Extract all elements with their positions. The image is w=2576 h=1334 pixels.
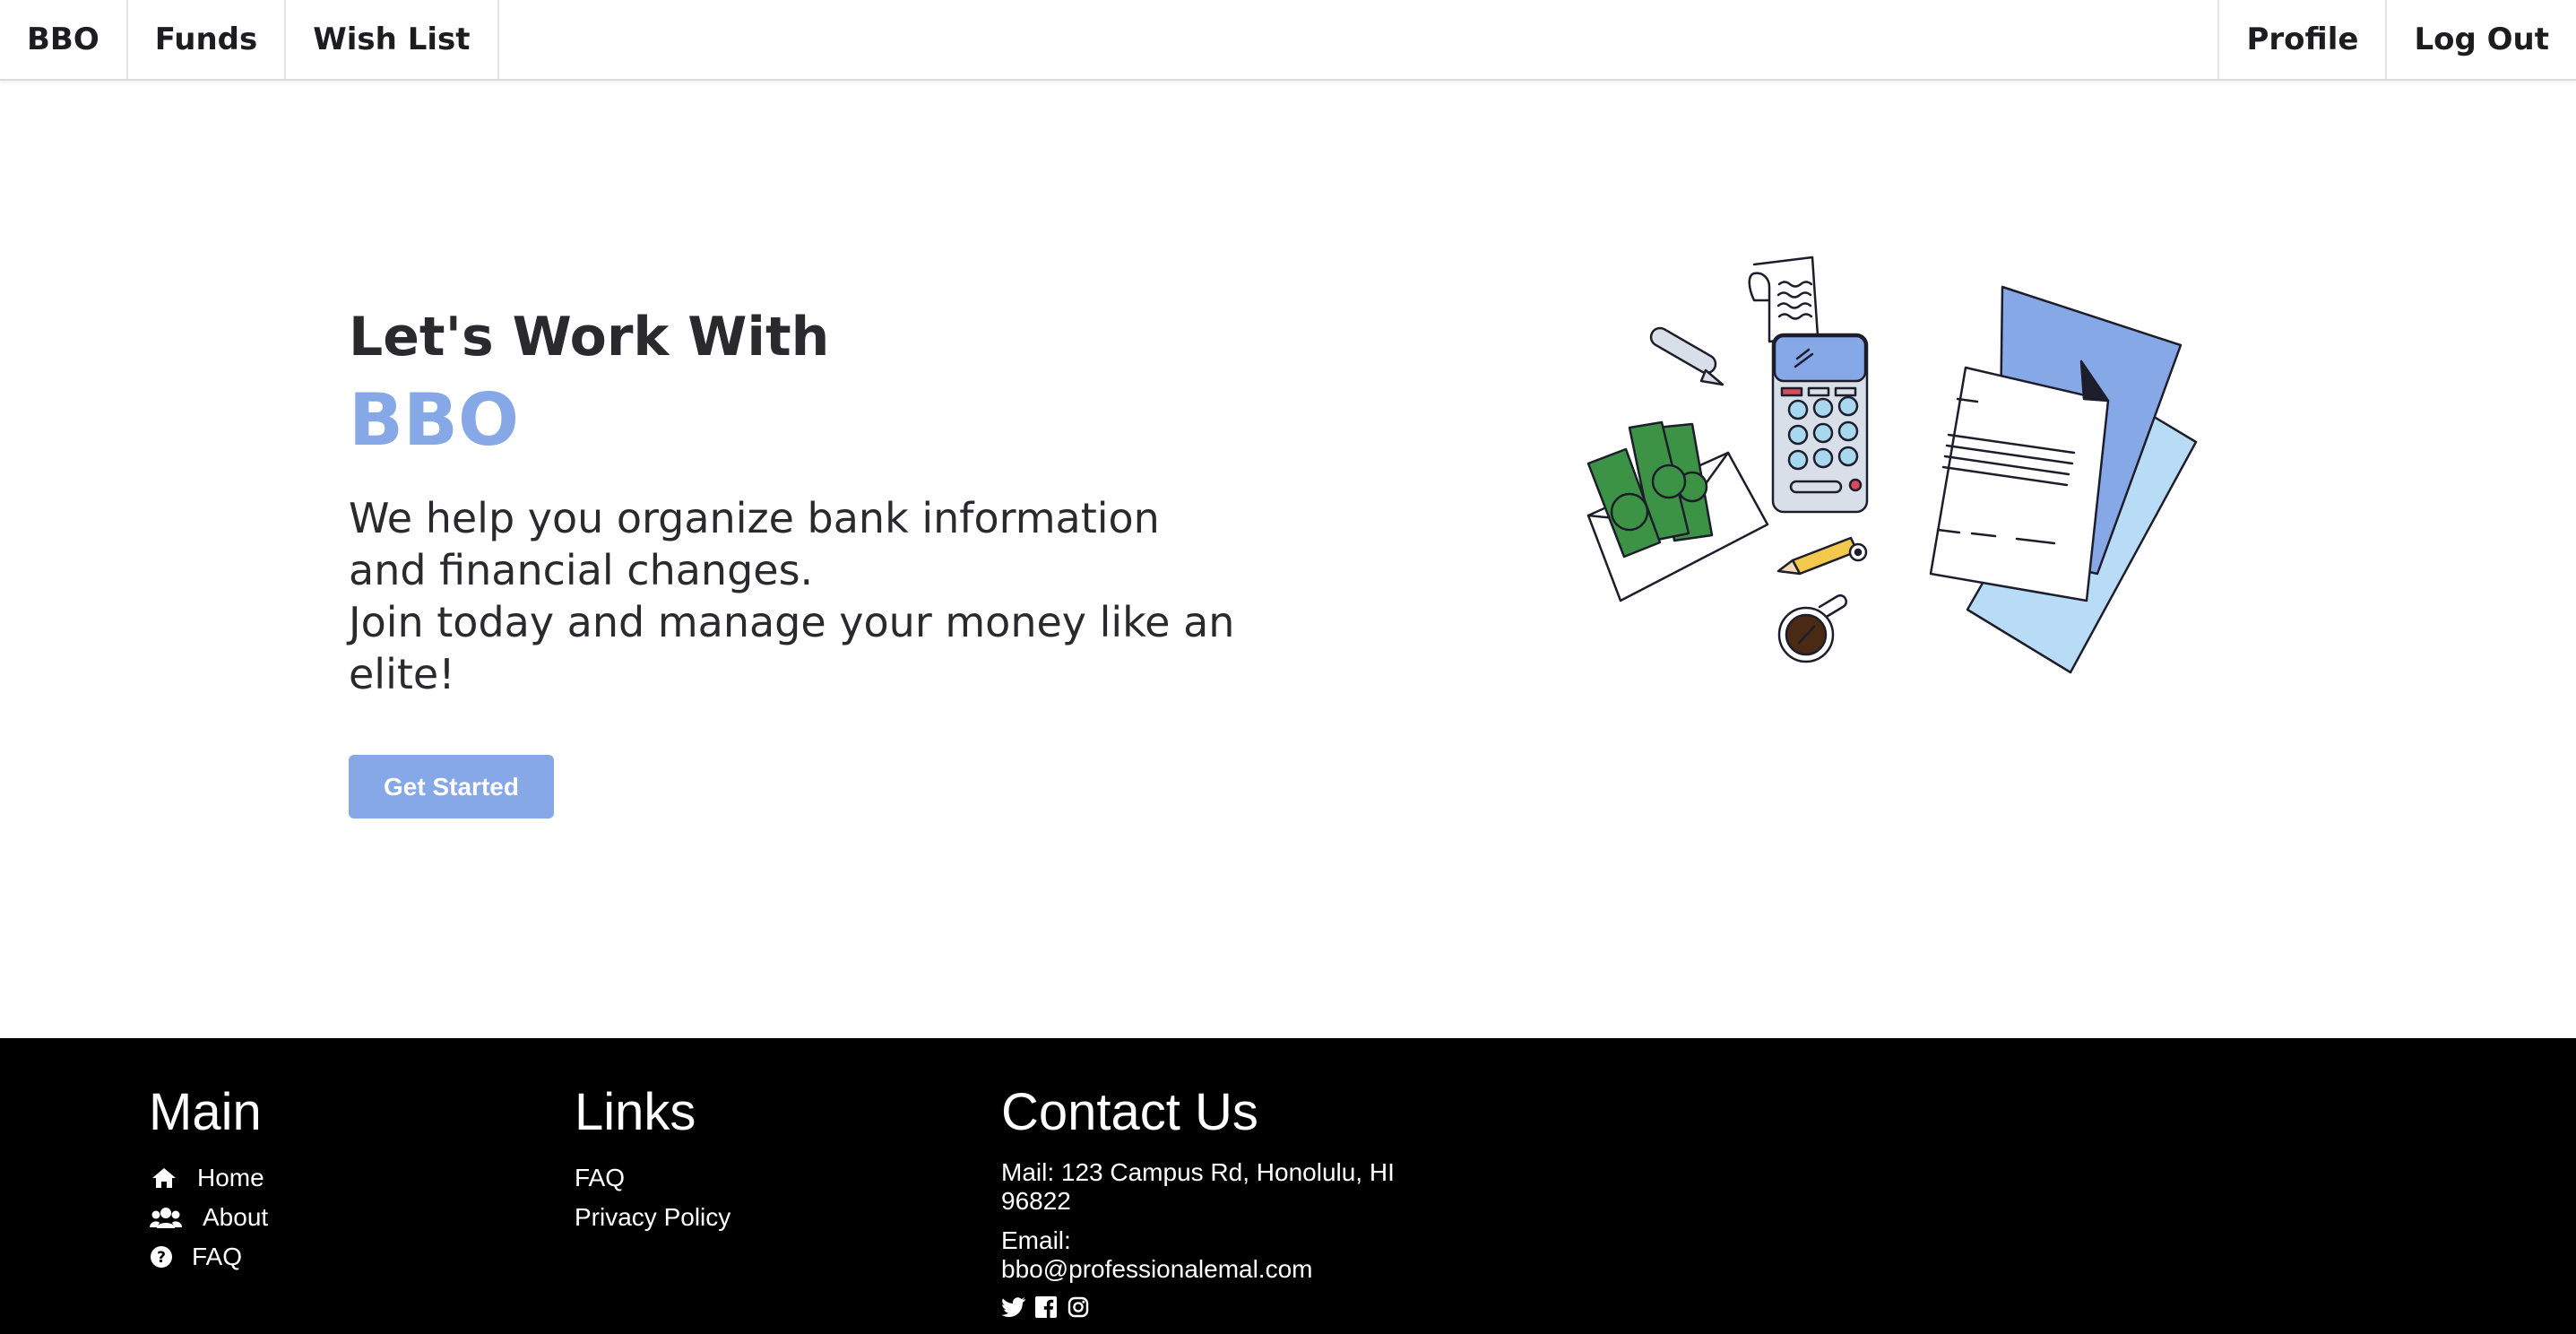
instagram-icon[interactable]: [1066, 1295, 1091, 1320]
footer-link-about[interactable]: About: [149, 1198, 525, 1237]
pen-icon: [1649, 326, 1725, 386]
nav-left-group: BBO Funds Wish List: [0, 0, 499, 79]
get-started-button[interactable]: Get Started: [349, 755, 554, 819]
facebook-icon[interactable]: [1033, 1295, 1059, 1320]
nav-item-funds[interactable]: Funds: [128, 0, 287, 79]
hero-description: We help you organize bank information an…: [349, 492, 1245, 700]
contact-email-block: Email: bbo@professionalemal.com: [1001, 1226, 1422, 1284]
finance-illustration: [1586, 256, 2198, 674]
svg-text:?: ?: [157, 1249, 166, 1267]
site-footer: Main Home About ? FAQ Links FAQ Privacy …: [0, 1038, 2576, 1334]
receipt-paper: [1748, 256, 1820, 343]
hero-brand-name: BBO: [349, 378, 519, 462]
pencil-icon: [1776, 536, 1868, 576]
footer-link-home-label: Home: [197, 1164, 264, 1191]
footer-link-faq-main[interactable]: ? FAQ: [149, 1237, 525, 1277]
hero-description-line-2: Join today and manage your money like an…: [349, 598, 1235, 698]
footer-links-heading: Links: [575, 1083, 696, 1141]
twitter-icon[interactable]: [1001, 1295, 1026, 1320]
nav-item-log-out[interactable]: Log Out: [2385, 0, 2576, 79]
nav-right-group: Profile Log Out: [2217, 0, 2576, 79]
home-icon: [149, 1165, 179, 1191]
footer-link-faq-main-label: FAQ: [192, 1243, 243, 1270]
footer-links-column: Links FAQ Privacy Policy: [575, 1081, 951, 1237]
coffee-cup-icon: [1777, 593, 1847, 663]
footer-main-heading: Main: [149, 1083, 262, 1141]
social-links: [1001, 1295, 1467, 1320]
users-icon: [149, 1204, 183, 1231]
document-paper: [1929, 366, 2110, 602]
hero-description-line-1: We help you organize bank information an…: [349, 494, 1160, 594]
nav-item-wish-list[interactable]: Wish List: [286, 0, 499, 79]
footer-contact-heading: Contact Us: [1001, 1083, 1258, 1141]
footer-link-faq[interactable]: FAQ: [575, 1158, 951, 1198]
footer-link-privacy-policy[interactable]: Privacy Policy: [575, 1198, 951, 1237]
hero-section: Let's Work With BBO We help you organize…: [349, 300, 1263, 700]
contact-email[interactable]: bbo@professionalemal.com: [1001, 1255, 1422, 1284]
top-navbar: BBO Funds Wish List Profile Log Out: [0, 0, 2576, 81]
contact-mail: Mail: 123 Campus Rd, Honolulu, HI 96822: [1001, 1158, 1395, 1215]
footer-link-home[interactable]: Home: [149, 1158, 525, 1198]
hero-title: Let's Work With: [349, 306, 830, 368]
footer-contact-column: Contact Us Mail: 123 Campus Rd, Honolulu…: [1001, 1081, 1467, 1320]
question-circle-icon: ?: [149, 1243, 174, 1270]
contact-email-label: Email:: [1001, 1226, 1071, 1254]
nav-item-profile[interactable]: Profile: [2217, 0, 2385, 79]
nav-brand-link[interactable]: BBO: [0, 0, 128, 79]
footer-link-about-label: About: [203, 1203, 269, 1231]
footer-main-column: Main Home About ? FAQ: [149, 1081, 525, 1277]
